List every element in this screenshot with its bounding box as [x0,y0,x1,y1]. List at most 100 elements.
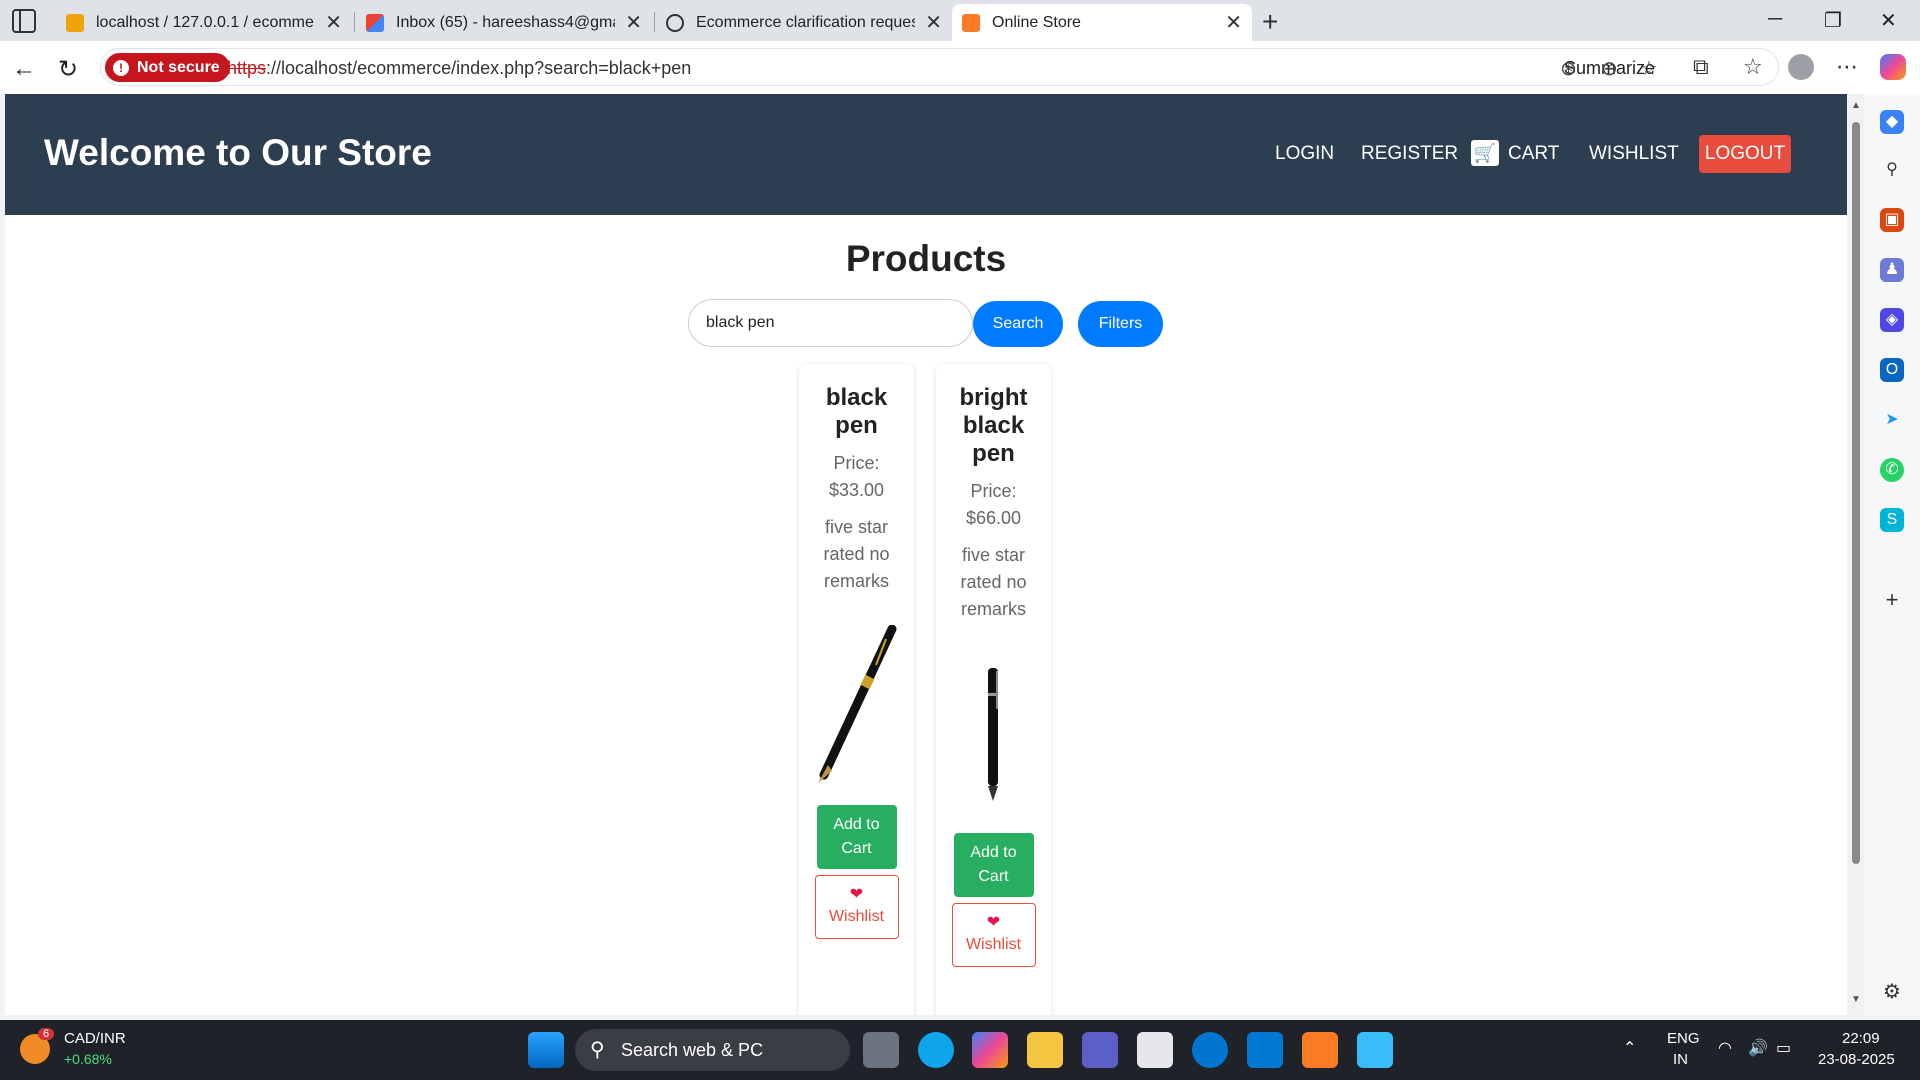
widget-title[interactable]: CAD/INR [64,1030,126,1047]
price-value: $66.00 [965,508,1022,528]
add-icon[interactable]: + [1880,588,1904,612]
microsoft-store-icon[interactable] [1137,1032,1173,1068]
favorites-icon[interactable]: ☆ [1743,54,1763,80]
taskbar-search[interactable]: Search web & PC [575,1029,850,1071]
page-scrollbar[interactable]: ▲ ▼ [1848,94,1864,1015]
zoom-icon[interactable]: ⊖ [1601,56,1618,81]
wishlist-button[interactable]: ❤ Wishlist [814,875,899,939]
tools-briefcase-icon[interactable]: ▣ [1880,208,1904,232]
notepad-icon[interactable] [1357,1032,1393,1068]
product-card: black pen Price: $33.00 five star rated n… [799,364,914,1015]
price-label: Price: [833,453,880,473]
app-shortcut-icon[interactable]: S [1880,508,1904,532]
search-input[interactable] [688,299,973,347]
outlook-icon[interactable]: O [1880,358,1904,382]
teams-icon[interactable] [1082,1032,1118,1068]
settings-gear-icon[interactable]: ⚙ [1880,980,1904,1004]
battery-icon[interactable]: ▭ [1776,1038,1791,1058]
heart-icon: ❤ [849,886,864,903]
scroll-down-arrow-icon[interactable]: ▼ [1851,994,1861,1005]
xampp-icon[interactable] [1302,1032,1338,1068]
not-secure-label: Not secure [137,58,220,76]
window-close-icon[interactable]: ✕ [1880,8,1897,33]
product-price: Price: $33.00 [807,450,906,504]
tab-title: Ecommerce clarification request [696,13,916,31]
price-label: Price: [970,481,1017,501]
search-icon: ⚲ [590,1039,605,1061]
clock-time[interactable]: 22:09 [1842,1030,1880,1047]
product-card: bright black pen Price: $66.00 five star … [936,364,1051,1015]
scrollbar-thumb[interactable] [1852,122,1860,864]
search-button[interactable]: Search [973,301,1063,347]
scroll-up-arrow-icon[interactable]: ▲ [1851,100,1861,111]
shopping-tag-icon[interactable]: ◆ [1880,110,1904,134]
volume-icon[interactable]: 🔊 [1748,1038,1768,1058]
tab-divider [654,12,655,32]
new-tab-button[interactable]: + [1262,6,1278,38]
copilot-icon[interactable] [972,1032,1008,1068]
close-icon[interactable]: ✕ [1225,10,1242,35]
whatsapp-icon[interactable]: ✆ [1880,458,1904,482]
xampp-icon [962,13,980,32]
page-viewport: Welcome to Our Store LOGIN REGISTER 🛒 CA… [5,94,1847,1015]
wishlist-label: Wishlist [828,908,885,925]
products-heading: Products [845,238,1007,279]
edge-sidebar: ◆ ⚲ ▣ ♟ ◈ O ➤ ✆ S + ⚙ [1864,94,1920,1015]
profile-avatar[interactable] [1788,54,1814,80]
copilot-summarize-icon[interactable]: ⊛ [1560,56,1577,81]
product-name: bright black pen [959,384,1028,467]
not-secure-badge[interactable]: ! Not secure [105,53,230,82]
address-bar[interactable]: ! Not secure https://localhost/ecommerce… [100,48,1779,86]
minimize-icon[interactable]: ─ [1768,8,1782,31]
close-icon[interactable]: ✕ [625,10,642,35]
site-title: Welcome to Our Store [44,132,432,173]
dell-icon[interactable] [1192,1032,1228,1068]
add-to-cart-button[interactable]: Add to Cart [816,805,897,869]
widget-badge: 6 [38,1028,55,1040]
refresh-icon[interactable]: ↻ [58,55,78,84]
clock-date: 23-08-2025 [1818,1051,1895,1068]
search-icon[interactable]: ⚲ [1880,158,1904,182]
close-icon[interactable]: ✕ [925,10,942,35]
wishlist-button[interactable]: ❤ Wishlist [951,903,1036,967]
favorite-star-icon[interactable]: ☆ [1640,56,1658,81]
restore-icon[interactable]: ❐ [1824,8,1842,33]
logout-button[interactable]: LOGOUT [1699,135,1791,173]
tab-phpmyadmin[interactable]: localhost / 127.0.0.1 / ecommerce ✕ [56,4,352,41]
add-to-cart-button[interactable]: Add to Cart [953,833,1034,897]
cart-icon[interactable]: 🛒 [1471,140,1499,166]
microsoft365-icon[interactable]: ◈ [1880,308,1904,332]
more-options-icon[interactable]: ⋯ [1836,54,1858,80]
windows-start-icon[interactable] [528,1032,564,1068]
tab-title: Online Store [992,13,1081,31]
nav-login-link[interactable]: LOGIN [1275,143,1334,165]
chevron-up-icon[interactable]: ⌃ [1623,1038,1636,1058]
price-value: $33.00 [828,480,885,500]
search-placeholder: Search web & PC [621,1040,764,1060]
vscode-icon[interactable] [1247,1032,1283,1068]
tab-chatgpt[interactable]: Ecommerce clarification request ✕ [656,4,952,41]
shield-icon: ! [113,59,129,76]
back-arrow-icon[interactable]: ← [12,55,36,83]
address-row: ← ↻ ! Not secure https://localhost/ecomm… [0,41,1920,94]
tab-gmail[interactable]: Inbox (65) - hareeshass4@gmail.com ✕ [356,4,652,41]
nav-cart-link[interactable]: CART [1508,143,1559,165]
tab-online-store[interactable]: Online Store ✕ [952,4,1252,41]
close-icon[interactable]: ✕ [325,10,342,35]
games-icon[interactable]: ♟ [1880,258,1904,282]
url-text[interactable]: https://localhost/ecommerce/index.php?se… [227,58,691,79]
task-view-icon[interactable] [863,1032,899,1068]
extensions-icon[interactable]: ⧉ [1693,54,1709,80]
nav-wishlist-link[interactable]: WISHLIST [1589,143,1679,165]
wifi-icon[interactable]: ◠ [1718,1038,1732,1058]
heart-icon: ❤ [986,914,1001,931]
sidebar-toggle-icon[interactable] [12,9,36,33]
filters-button[interactable]: Filters [1078,301,1163,347]
language-label[interactable]: ENG [1667,1030,1700,1047]
edge-browser-icon[interactable] [918,1032,954,1068]
nav-register-link[interactable]: REGISTER [1361,143,1458,165]
file-explorer-icon[interactable] [1027,1032,1063,1068]
product-name: black pen [825,384,888,439]
telegram-icon[interactable]: ➤ [1880,408,1904,432]
copilot-icon[interactable] [1880,54,1906,80]
